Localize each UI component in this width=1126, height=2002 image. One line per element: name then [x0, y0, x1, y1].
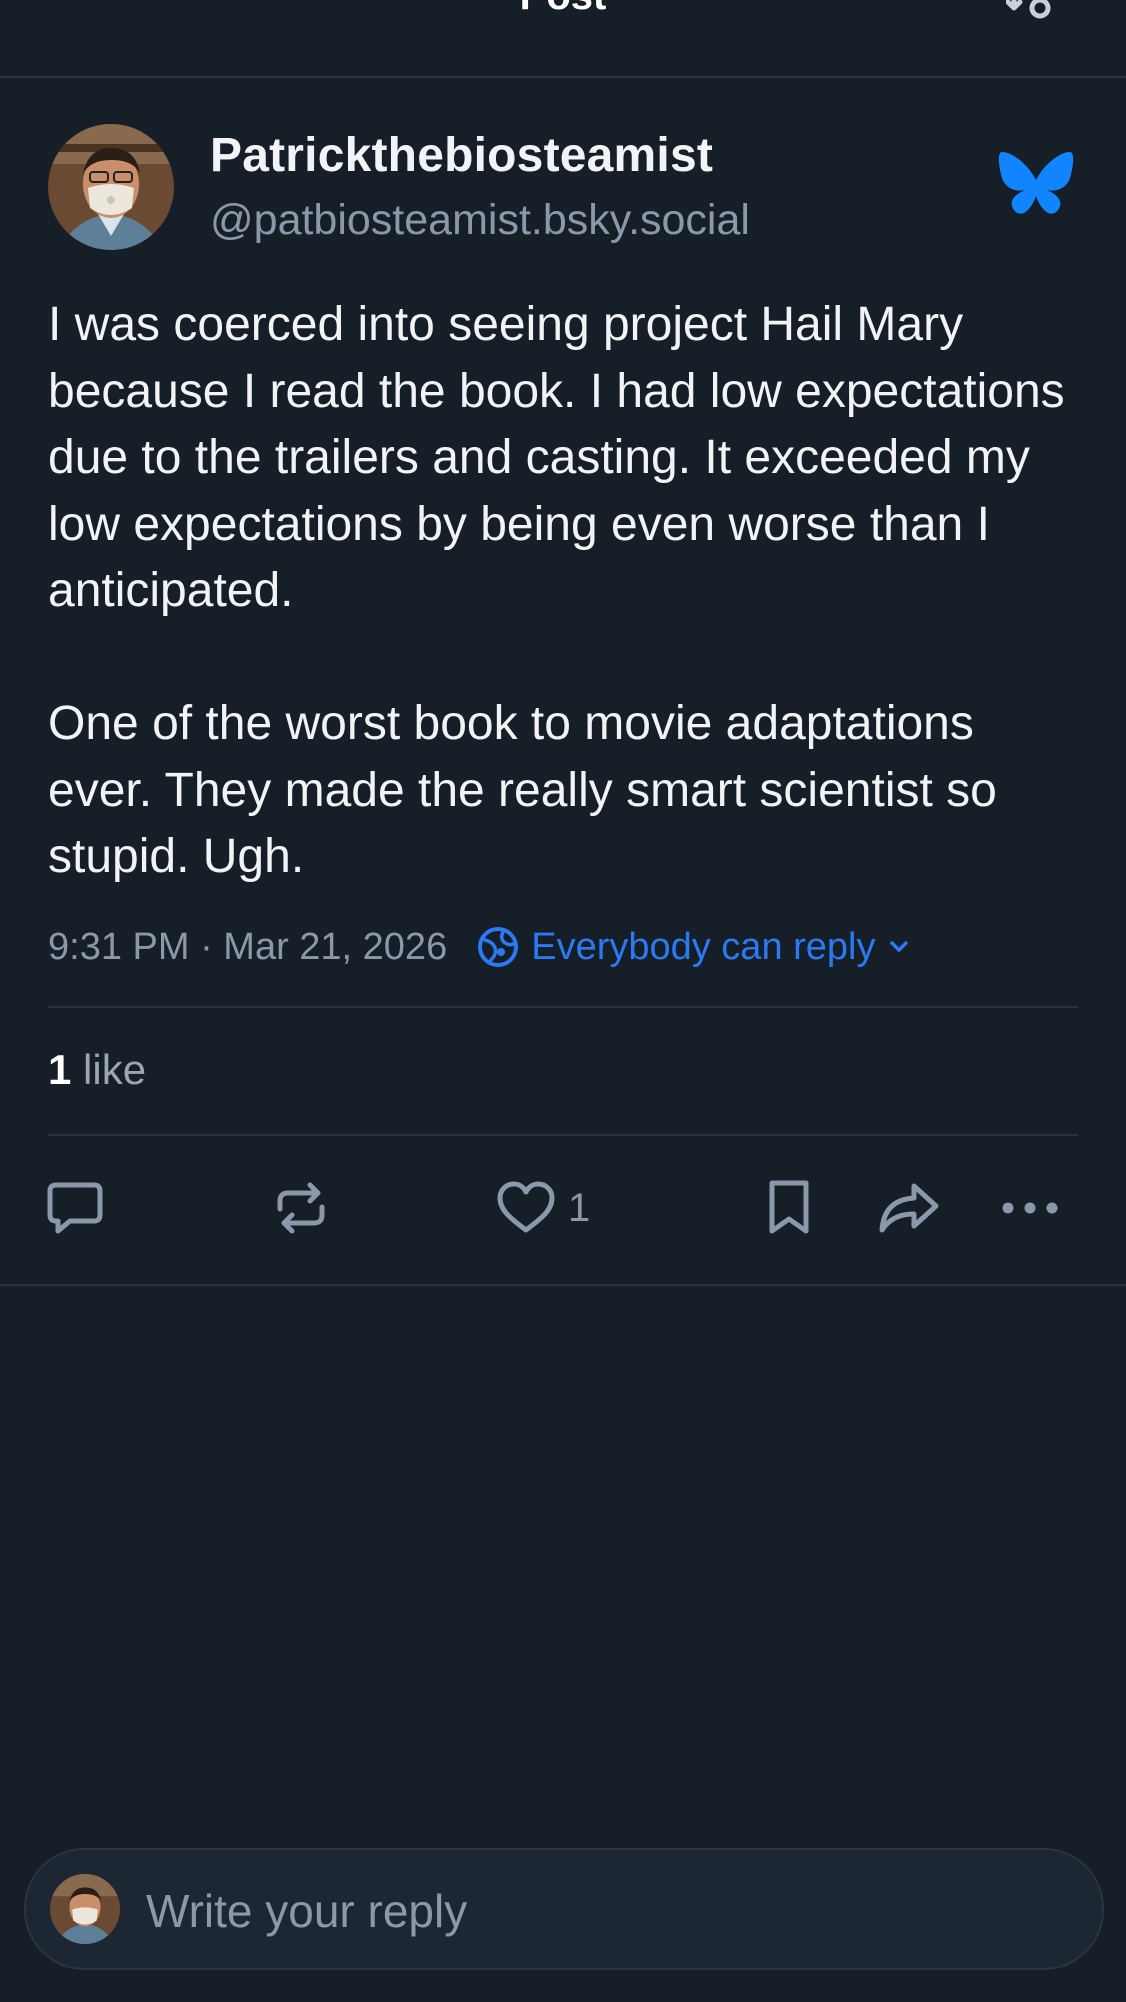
thread-settings-icon[interactable]	[1006, 0, 1056, 22]
reply-input-placeholder[interactable]: Write your reply	[146, 1884, 467, 1938]
ellipsis-icon	[1002, 1202, 1058, 1214]
repost-icon	[277, 1182, 325, 1234]
divider	[48, 1134, 1078, 1136]
post-timestamp: 9:31 PM · Mar 21, 2026	[48, 925, 448, 968]
post-paragraph: One of the worst book to movie adaptatio…	[48, 697, 997, 883]
like-action-count: 1	[568, 1185, 591, 1230]
heart-icon	[497, 1181, 555, 1233]
more-options-button[interactable]	[1000, 1178, 1060, 1238]
post-thread-screen: Post Patrickthebiosteamist @patbiosteami…	[0, 0, 1126, 2002]
top-bar: Post	[0, 0, 1126, 78]
chevron-down-icon	[889, 941, 908, 952]
bookmark-icon	[769, 1180, 809, 1234]
like-label: like	[83, 1046, 147, 1093]
repost-button[interactable]	[272, 1178, 330, 1238]
comment-icon	[47, 1182, 103, 1234]
reply-button[interactable]	[46, 1178, 104, 1238]
reply-composer[interactable]: Write your reply	[24, 1848, 1104, 1970]
likes-summary[interactable]: 1 like	[48, 1046, 146, 1094]
like-button[interactable]: 1	[496, 1178, 590, 1238]
share-button[interactable]	[878, 1178, 940, 1238]
bluesky-butterfly-icon	[998, 152, 1074, 214]
post-meta: 9:31 PM · Mar 21, 2026 Everybody can rep…	[48, 922, 922, 972]
author-handle[interactable]: @patbiosteamist.bsky.social	[210, 196, 750, 245]
divider	[48, 1006, 1078, 1008]
reply-setting-button[interactable]: Everybody can reply	[477, 926, 921, 969]
page-title: Post	[0, 0, 1126, 19]
divider	[0, 1284, 1126, 1286]
post-body: I was coerced into seeing project Hail M…	[48, 292, 1088, 891]
user-avatar	[50, 1874, 120, 1944]
globe-icon	[478, 927, 519, 967]
reply-setting-label: Everybody can reply	[531, 925, 876, 968]
bookmark-button[interactable]	[764, 1178, 814, 1238]
share-icon	[879, 1183, 939, 1233]
post-paragraph: I was coerced into seeing project Hail M…	[48, 298, 1065, 617]
like-count: 1	[48, 1046, 72, 1093]
author-avatar[interactable]	[48, 124, 174, 250]
author-display-name[interactable]: Patrickthebiosteamist	[210, 128, 713, 183]
